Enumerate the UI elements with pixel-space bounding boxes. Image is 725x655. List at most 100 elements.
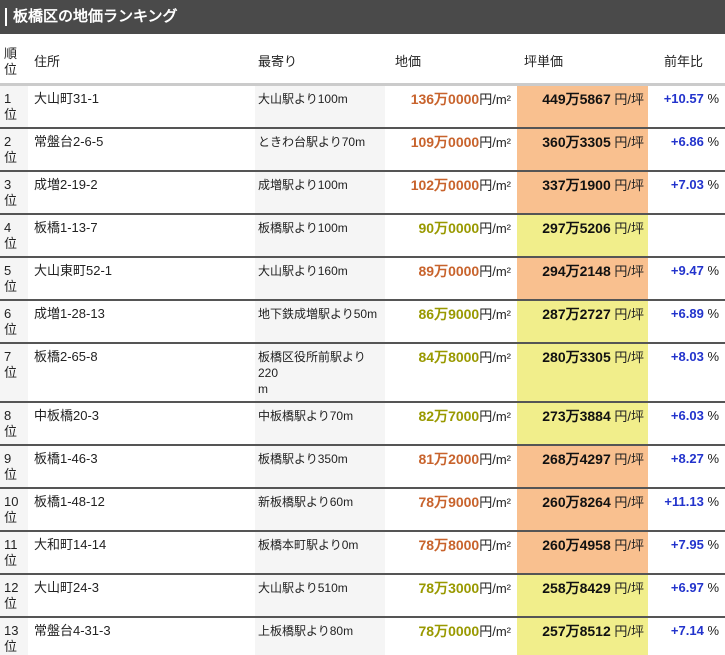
price-cell: 82万7000円/m² [385, 402, 517, 445]
yoy-cell: +8.27 % [648, 445, 725, 488]
table-row: 5位 大山東町52-1 大山駅より160m 89万0000円/m² 294万21… [0, 257, 725, 300]
yoy-cell: +7.14 % [648, 617, 725, 655]
header-address: 住所 [28, 38, 255, 85]
rank-cell: 8位 [0, 402, 28, 445]
price-value: 78万3000 [419, 580, 480, 596]
address-cell: 大山町24-3 [28, 574, 255, 617]
price-value: 78万8000 [419, 537, 480, 553]
price-value: 78万9000 [419, 494, 480, 510]
header-tsubo: 坪単価 [517, 38, 648, 85]
tsubo-value: 449万5867 [542, 91, 611, 107]
rank-cell: 2位 [0, 128, 28, 171]
tsubo-unit: 円/坪 [611, 221, 644, 236]
price-unit: 円/m² [479, 178, 511, 193]
land-price-ranking-page: 板橋区の地価ランキング 順位 住所 最寄り 地価 坪単価 前年比 1位 大山町3… [0, 0, 725, 655]
tsubo-unit: 円/坪 [611, 452, 644, 467]
price-value: 86万9000 [419, 306, 480, 322]
tsubo-cell: 360万3305 円/坪 [517, 128, 648, 171]
address-cell: 大山東町52-1 [28, 257, 255, 300]
tsubo-unit: 円/坪 [611, 307, 644, 322]
price-unit: 円/m² [479, 452, 511, 467]
price-unit: 円/m² [479, 264, 511, 279]
station-cell: 新板橋駅より60m [255, 488, 385, 531]
yoy-value: +6.03 [671, 408, 704, 423]
yoy-percent-sign: % [704, 623, 719, 638]
header-price: 地価 [385, 38, 517, 85]
yoy-value: +8.03 [671, 349, 704, 364]
price-unit: 円/m² [479, 581, 511, 596]
yoy-cell: +6.86 % [648, 128, 725, 171]
rank-cell: 9位 [0, 445, 28, 488]
table-row: 10位 板橋1-48-12 新板橋駅より60m 78万9000円/m² 260万… [0, 488, 725, 531]
yoy-percent-sign: % [704, 263, 719, 278]
price-cell: 136万0000円/m² [385, 85, 517, 129]
yoy-cell: +8.03 % [648, 343, 725, 402]
station-cell: 中板橋駅より70m [255, 402, 385, 445]
price-unit: 円/m² [479, 92, 511, 107]
yoy-cell: +6.89 % [648, 300, 725, 343]
price-cell: 78万8000円/m² [385, 531, 517, 574]
tsubo-cell: 260万8264 円/坪 [517, 488, 648, 531]
price-cell: 86万9000円/m² [385, 300, 517, 343]
station-cell: 板橋区役所前駅より220 m [255, 343, 385, 402]
yoy-value: +6.86 [671, 134, 704, 149]
yoy-value: +6.89 [671, 306, 704, 321]
address-cell: 成増2-19-2 [28, 171, 255, 214]
yoy-percent-sign: % [704, 537, 719, 552]
tsubo-unit: 円/坪 [611, 538, 644, 553]
yoy-value: +7.03 [671, 177, 704, 192]
station-cell: 上板橋駅より80m [255, 617, 385, 655]
yoy-cell: +6.97 % [648, 574, 725, 617]
address-cell: 常盤台4-31-3 [28, 617, 255, 655]
tsubo-value: 297万5206 [542, 220, 611, 236]
station-cell: 大山駅より100m [255, 85, 385, 129]
price-value: 102万0000 [411, 177, 480, 193]
land-price-table: 順位 住所 最寄り 地価 坪単価 前年比 1位 大山町31-1 大山駅より100… [0, 38, 725, 655]
tsubo-unit: 円/坪 [611, 624, 644, 639]
yoy-percent-sign: % [704, 91, 719, 106]
yoy-value: +7.14 [671, 623, 704, 638]
price-unit: 円/m² [479, 538, 511, 553]
table-row: 7位 板橋2-65-8 板橋区役所前駅より220 m 84万8000円/m² 2… [0, 343, 725, 402]
yoy-percent-sign: % [704, 349, 719, 364]
tsubo-cell: 294万2148 円/坪 [517, 257, 648, 300]
tsubo-unit: 円/坪 [611, 409, 644, 424]
address-cell: 板橋1-48-12 [28, 488, 255, 531]
yoy-cell: +7.03 % [648, 171, 725, 214]
price-value: 78万0000 [419, 623, 480, 639]
rank-cell: 3位 [0, 171, 28, 214]
yoy-percent-sign: % [704, 177, 719, 192]
table-row: 8位 中板橋20-3 中板橋駅より70m 82万7000円/m² 273万388… [0, 402, 725, 445]
tsubo-cell: 260万4958 円/坪 [517, 531, 648, 574]
yoy-percent-sign: % [704, 408, 719, 423]
station-cell: 地下鉄成増駅より50m [255, 300, 385, 343]
yoy-cell: +9.47 % [648, 257, 725, 300]
tsubo-value: 360万3305 [542, 134, 611, 150]
tsubo-value: 258万8429 [542, 580, 611, 596]
price-unit: 円/m² [479, 409, 511, 424]
yoy-value: +11.13 [664, 494, 703, 509]
tsubo-unit: 円/坪 [611, 350, 644, 365]
tsubo-unit: 円/坪 [611, 264, 644, 279]
yoy-cell: +11.13 % [648, 488, 725, 531]
yoy-cell [648, 214, 725, 257]
rank-cell: 4位 [0, 214, 28, 257]
table-row: 2位 常盤台2-6-5 ときわ台駅より70m 109万0000円/m² 360万… [0, 128, 725, 171]
table-row: 4位 板橋1-13-7 板橋駅より100m 90万0000円/m² 297万52… [0, 214, 725, 257]
price-cell: 90万0000円/m² [385, 214, 517, 257]
yoy-percent-sign: % [704, 580, 719, 595]
price-cell: 84万8000円/m² [385, 343, 517, 402]
yoy-percent-sign: % [704, 306, 719, 321]
price-cell: 109万0000円/m² [385, 128, 517, 171]
rank-cell: 12位 [0, 574, 28, 617]
yoy-value: +9.47 [671, 263, 704, 278]
rank-cell: 1位 [0, 85, 28, 129]
station-cell: 大山駅より510m [255, 574, 385, 617]
rank-cell: 13位 [0, 617, 28, 655]
header-yoy: 前年比 [648, 38, 725, 85]
tsubo-cell: 280万3305 円/坪 [517, 343, 648, 402]
address-cell: 板橋1-46-3 [28, 445, 255, 488]
yoy-cell: +6.03 % [648, 402, 725, 445]
table-row: 12位 大山町24-3 大山駅より510m 78万3000円/m² 258万84… [0, 574, 725, 617]
tsubo-cell: 297万5206 円/坪 [517, 214, 648, 257]
